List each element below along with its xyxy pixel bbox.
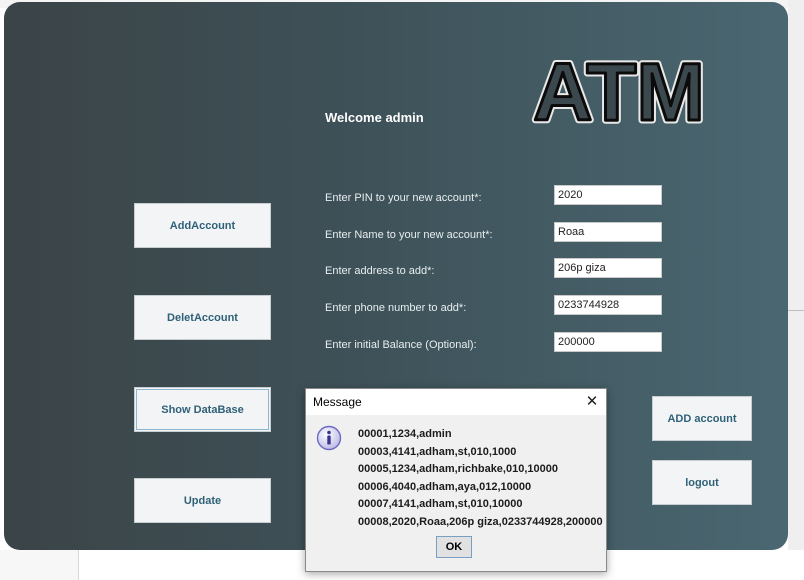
message-lines: 00001,1234,admin 00003,4141,adham,st,010… bbox=[358, 426, 603, 531]
right-window-edge bbox=[788, 0, 804, 580]
balance-label: Enter initial Balance (Optional): bbox=[325, 339, 477, 351]
message-line: 00005,1234,adham,richbake,010,10000 bbox=[358, 463, 558, 475]
phone-input[interactable] bbox=[554, 295, 662, 315]
phone-label: Enter phone number to add*: bbox=[325, 302, 467, 314]
delete-account-button[interactable]: DeletAccount bbox=[134, 295, 271, 340]
add-account-submit-button[interactable]: ADD account bbox=[652, 396, 752, 441]
message-line: 00003,4141,adham,st,010,1000 bbox=[358, 445, 517, 458]
welcome-label: Welcome admin bbox=[325, 110, 424, 125]
show-database-button[interactable]: Show DataBase bbox=[134, 387, 271, 432]
message-dialog: Message ✕ 00001,1234,admin 00003,4141,ad… bbox=[305, 388, 607, 572]
message-line: 00006,4040,adham,aya,012,10000 bbox=[358, 480, 532, 493]
name-label: Enter Name to your new account*: bbox=[325, 229, 493, 241]
close-icon[interactable]: ✕ bbox=[582, 391, 602, 411]
dialog-title: Message bbox=[313, 395, 362, 409]
address-input[interactable] bbox=[554, 258, 662, 278]
pin-label: Enter PIN to your new account*: bbox=[325, 192, 482, 204]
update-button[interactable]: Update bbox=[134, 478, 271, 523]
atm-logo: ATM ATM bbox=[530, 46, 709, 132]
address-label: Enter address to add*: bbox=[325, 265, 435, 277]
balance-input[interactable] bbox=[554, 332, 662, 352]
message-line: 00007,4141,adham,st,010,10000 bbox=[358, 498, 523, 510]
message-line: 00008,2020,Roaa,206p giza,0233744928,200… bbox=[358, 515, 603, 528]
edge-separator bbox=[788, 310, 804, 311]
dialog-titlebar: Message ✕ bbox=[306, 389, 606, 415]
add-account-button[interactable]: AddAccount bbox=[134, 203, 271, 248]
name-input[interactable] bbox=[554, 222, 662, 242]
info-icon bbox=[316, 425, 342, 451]
ok-button[interactable]: OK bbox=[436, 536, 472, 558]
message-line: 00001,1234,admin bbox=[358, 428, 452, 440]
pin-input[interactable] bbox=[554, 185, 662, 205]
logout-button[interactable]: logout bbox=[652, 460, 752, 505]
atm-logo-core: ATM bbox=[533, 47, 705, 132]
